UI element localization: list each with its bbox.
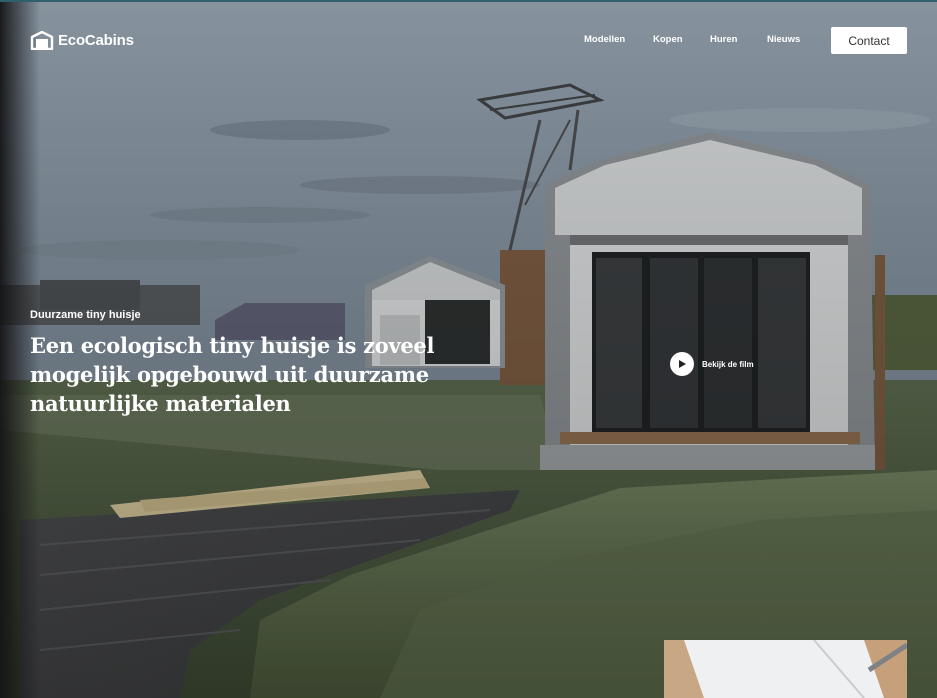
watch-film-button[interactable]: Bekijk de film [670, 352, 754, 376]
preview-thumbnail [664, 640, 907, 698]
brand-logo[interactable]: EcoCabins [30, 31, 134, 50]
nav-item-huren[interactable]: Huren [710, 34, 737, 45]
play-icon[interactable] [670, 352, 694, 376]
house-logo-icon [30, 31, 54, 50]
hero-headline: Een ecologisch tiny huisje is zoveel mog… [30, 333, 435, 416]
nav-item-modellen[interactable]: Modellen [584, 34, 625, 45]
watch-film-label: Bekijk de film [702, 359, 754, 369]
nav-item-kopen[interactable]: Kopen [653, 34, 683, 45]
hero-eyebrow: Duurzame tiny huisje [30, 309, 141, 321]
top-accent-line [0, 0, 937, 2]
hero-section: EcoCabins Modellen Kopen Huren Nieuws Co… [0, 0, 937, 698]
brand-name: EcoCabins [58, 32, 134, 49]
nav-item-nieuws[interactable]: Nieuws [767, 34, 800, 45]
contact-button[interactable]: Contact [831, 27, 907, 54]
